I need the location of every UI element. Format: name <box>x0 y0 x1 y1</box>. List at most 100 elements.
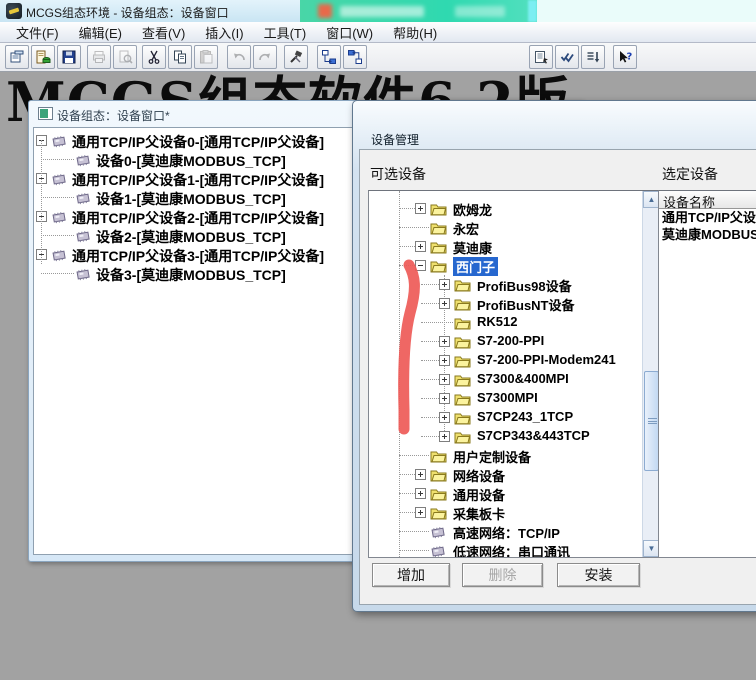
collapse-icon[interactable] <box>415 260 426 271</box>
available-device-label[interactable]: S7300&400MPI <box>477 371 569 386</box>
available-device-row[interactable]: S7-200-PPI <box>369 332 659 351</box>
expand-icon[interactable] <box>439 279 450 290</box>
device-flow2-button[interactable] <box>343 45 367 69</box>
tools-button[interactable] <box>284 45 308 69</box>
available-device-label[interactable]: 采集板卡 <box>453 504 505 523</box>
install-button[interactable]: 安装 <box>557 563 640 587</box>
available-device-label[interactable]: S7CP243_1TCP <box>477 409 573 424</box>
expand-icon[interactable] <box>415 507 426 518</box>
device-tree-label[interactable]: 设备3-[莫迪康MODBUS_TCP] <box>96 265 286 285</box>
available-device-row[interactable]: S7-200-PPI-Modem241 <box>369 351 659 370</box>
expand-icon[interactable] <box>439 336 450 347</box>
redo-button[interactable] <box>253 45 277 69</box>
expand-icon[interactable] <box>415 488 426 499</box>
available-device-row[interactable]: 用户定制设备 <box>369 446 659 465</box>
menu-item-编辑E[interactable]: 编辑(E) <box>69 21 132 44</box>
available-device-label[interactable]: 永宏 <box>453 219 479 238</box>
available-device-row[interactable]: 高速网络：TCP/IP <box>369 522 659 541</box>
available-device-label[interactable]: S7-200-PPI <box>477 333 544 348</box>
print-button[interactable] <box>87 45 111 69</box>
check-button[interactable] <box>555 45 579 69</box>
device-tree-label[interactable]: 通用TCP/IP父设备3-[通用TCP/IP父设备] <box>72 246 324 266</box>
available-device-label[interactable]: 高速网络：TCP/IP <box>453 523 560 542</box>
copy-button[interactable] <box>168 45 192 69</box>
expand-icon[interactable] <box>415 203 426 214</box>
help-button[interactable]: ? <box>613 45 637 69</box>
available-device-row[interactable]: 网络设备 <box>369 465 659 484</box>
device-tree-label[interactable]: 通用TCP/IP父设备2-[通用TCP/IP父设备] <box>72 208 324 228</box>
selected-device-row[interactable]: 通用TCP/IP父设备 <box>659 209 756 226</box>
tree-connector <box>399 474 415 475</box>
available-device-label[interactable]: 用户定制设备 <box>453 447 531 466</box>
tree-connector <box>399 455 429 456</box>
chip-icon <box>74 190 92 205</box>
selected-device-row[interactable]: 莫迪康MODBUS_TCP <box>659 226 756 243</box>
available-device-row[interactable]: RK512 <box>369 313 659 332</box>
available-device-label[interactable]: RK512 <box>477 314 517 329</box>
properties-button[interactable] <box>529 45 553 69</box>
tree-connector <box>421 436 439 437</box>
paste-button[interactable] <box>194 45 218 69</box>
add-button[interactable]: 增加 <box>372 563 450 587</box>
available-device-label[interactable]: 低速网络：串口通讯 <box>453 542 570 558</box>
available-device-row[interactable]: S7CP343&443TCP <box>369 427 659 446</box>
expand-icon[interactable] <box>439 374 450 385</box>
new-button[interactable] <box>5 45 29 69</box>
undo-button[interactable] <box>227 45 251 69</box>
available-device-row[interactable]: 低速网络：串口通讯 <box>369 541 659 558</box>
available-device-row[interactable]: ProfiBus98设备 <box>369 275 659 294</box>
save-button[interactable] <box>57 45 81 69</box>
device-name-column-header[interactable]: 设备名称 <box>659 191 756 209</box>
expand-icon[interactable] <box>439 431 450 442</box>
device-flow-button[interactable] <box>317 45 341 69</box>
delete-button[interactable]: 删除 <box>462 563 543 587</box>
menu-item-窗口W[interactable]: 窗口(W) <box>316 21 383 44</box>
chip-icon <box>429 524 447 539</box>
expand-icon[interactable] <box>415 469 426 480</box>
available-device-row[interactable]: S7300&400MPI <box>369 370 659 389</box>
expand-icon[interactable] <box>439 355 450 366</box>
tree-connector <box>421 398 439 399</box>
menu-item-工具T[interactable]: 工具(T) <box>254 21 317 44</box>
available-device-row[interactable]: 通用设备 <box>369 484 659 503</box>
available-device-label[interactable]: S7-200-PPI-Modem241 <box>477 352 616 367</box>
available-device-label[interactable]: 西门子 <box>453 257 498 276</box>
expand-icon[interactable] <box>439 393 450 404</box>
device-tree-label[interactable]: 通用TCP/IP父设备1-[通用TCP/IP父设备] <box>72 170 324 190</box>
available-device-row[interactable]: S7300MPI <box>369 389 659 408</box>
available-device-label[interactable]: 欧姆龙 <box>453 200 492 219</box>
available-device-label[interactable]: ProfiBus98设备 <box>477 276 572 295</box>
available-device-label[interactable]: 莫迪康 <box>453 238 492 257</box>
device-tree-label[interactable]: 设备2-[莫迪康MODBUS_TCP] <box>96 227 286 247</box>
available-device-row[interactable]: 莫迪康 <box>369 237 659 256</box>
menu-item-帮助H[interactable]: 帮助(H) <box>383 21 447 44</box>
available-device-label[interactable]: S7300MPI <box>477 390 538 405</box>
device-tree-label[interactable]: 通用TCP/IP父设备0-[通用TCP/IP父设备] <box>72 132 324 152</box>
open-button[interactable] <box>31 45 55 69</box>
available-device-label[interactable]: ProfiBusNT设备 <box>477 295 575 314</box>
available-device-row[interactable]: 欧姆龙 <box>369 199 659 218</box>
available-device-row[interactable]: 西门子 <box>369 256 659 275</box>
menu-item-文件F[interactable]: 文件(F) <box>6 21 69 44</box>
available-device-row[interactable]: 永宏 <box>369 218 659 237</box>
tree-connector <box>421 322 453 323</box>
expand-icon[interactable] <box>415 241 426 252</box>
available-device-label[interactable]: S7CP343&443TCP <box>477 428 590 443</box>
menu-item-插入I[interactable]: 插入(I) <box>195 21 253 44</box>
available-device-row[interactable]: S7CP243_1TCP <box>369 408 659 427</box>
background-window-strip <box>300 0 544 22</box>
available-device-row[interactable]: ProfiBusNT设备 <box>369 294 659 313</box>
cut-button[interactable] <box>142 45 166 69</box>
device-tree-label[interactable]: 设备0-[莫迪康MODBUS_TCP] <box>96 151 286 171</box>
available-device-label[interactable]: 网络设备 <box>453 466 505 485</box>
sort-button[interactable] <box>581 45 605 69</box>
available-device-label[interactable]: 通用设备 <box>453 485 505 504</box>
available-device-row[interactable]: 采集板卡 <box>369 503 659 522</box>
menu-item-查看V[interactable]: 查看(V) <box>132 21 195 44</box>
device-tree-label[interactable]: 设备1-[莫迪康MODBUS_TCP] <box>96 189 286 209</box>
chip-icon <box>74 228 92 243</box>
expand-icon[interactable] <box>439 298 450 309</box>
expand-icon[interactable] <box>439 412 450 423</box>
properties-icon <box>533 49 549 65</box>
print-preview-button[interactable] <box>113 45 137 69</box>
